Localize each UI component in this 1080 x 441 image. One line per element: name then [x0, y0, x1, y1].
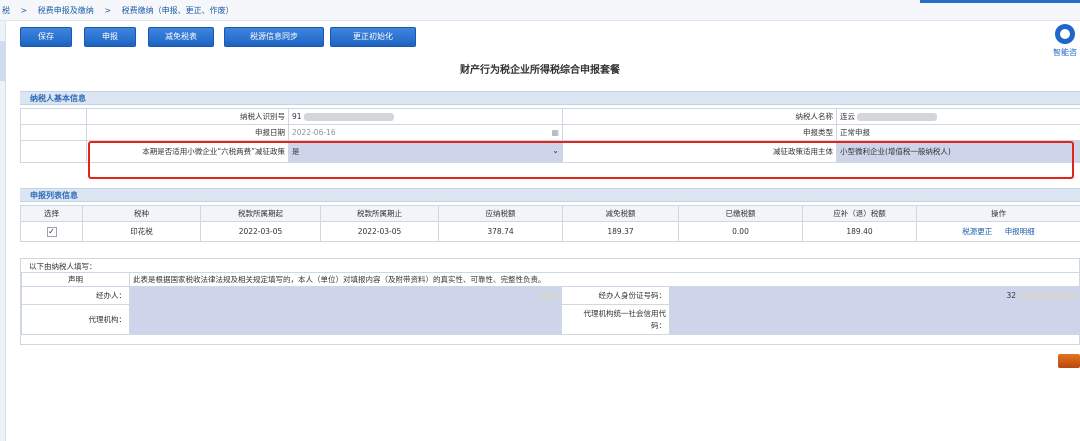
agency-code-label-line2: 码：	[651, 320, 666, 330]
headset-icon	[1055, 24, 1075, 44]
taxpayer-id-value: 91	[288, 108, 563, 125]
reduction-cell: 189.37	[562, 221, 679, 242]
taxpayer-id-text: 91	[292, 112, 302, 121]
agent-id-text: 32	[1006, 291, 1017, 300]
policy-select[interactable]: 是 ⌄	[288, 140, 563, 163]
breadcrumb-separator: >	[20, 6, 28, 15]
table-row: 纳税人识别号 91 纳税人名称 连云	[20, 108, 1080, 125]
col-header-action: 操作	[916, 205, 1080, 222]
table-row: ✓ 印花税 2022-03-05 2022-03-05 378.74 189.3…	[20, 221, 1080, 242]
redacted-block	[1018, 292, 1079, 300]
declaration-head: 以下由纳税人填写：	[29, 262, 97, 271]
row-checkbox[interactable]: ✓	[46, 226, 57, 237]
refund-cell: 189.40	[802, 221, 917, 242]
breadcrumb-item-current[interactable]: 税费缴纳（申报、更正、作废）	[122, 6, 234, 15]
col-header-select: 选择	[20, 205, 83, 222]
basic-info-table: 纳税人识别号 91 纳税人名称 连云 申报日期 2022-06-16 ▦ 申报类型…	[20, 108, 1080, 163]
basic-info-section-header: 纳税人基本信息	[20, 91, 1080, 105]
declare-list-section-header: 申报列表信息	[20, 188, 1080, 202]
agency-code-field[interactable]	[668, 304, 1080, 335]
declaration-table: 声明 此表是根据国家税收法律法规及相关规定填写的，本人（单位）对填报内容（及附带…	[21, 272, 1080, 335]
declare-date-value: 2022-06-16	[292, 128, 336, 137]
period-end-cell: 2022-03-05	[320, 221, 439, 242]
declare-detail-link[interactable]: 申报明细	[1005, 227, 1035, 236]
page-title: 财产行为税企业所得税综合申报套餐	[460, 65, 620, 76]
paid-cell: 0.00	[678, 221, 803, 242]
col-header-refund: 应补（退）税额	[802, 205, 917, 222]
table-row: 经办人： 经办人身份证号码： 32	[21, 286, 1080, 305]
float-action-button[interactable]	[1058, 354, 1080, 368]
empty-cell	[20, 140, 87, 163]
table-header-row: 选择 税种 税款所属期起 税款所属期止 应纳税额 减免税额 已缴税额 应补（退）…	[20, 205, 1080, 222]
subject-label: 减征政策适用主体	[562, 140, 837, 163]
taxpayer-name-value: 连云	[836, 108, 1080, 125]
agent-id-label: 经办人身份证号码：	[561, 286, 670, 305]
col-header-payable: 应纳税额	[438, 205, 563, 222]
period-start-cell: 2022-03-05	[200, 221, 321, 242]
declare-type-value: 正常申报	[836, 124, 1080, 141]
table-row: 声明 此表是根据国家税收法律法规及相关规定填写的，本人（单位）对填报内容（及附带…	[21, 272, 1080, 287]
save-button[interactable]: 保存	[20, 27, 72, 47]
taxpayer-name-text: 连云	[840, 112, 855, 121]
smart-consult-label: 智能咨	[1053, 48, 1077, 57]
breadcrumb-separator: >	[104, 6, 112, 15]
taxpayer-id-label: 纳税人识别号	[86, 108, 289, 125]
col-header-period-start: 税款所属期起	[200, 205, 321, 222]
redacted-block	[303, 113, 394, 121]
top-accent-line	[920, 0, 1080, 3]
table-row: 本期是否适用小微企业“六税两费”减征政策 是 ⌄ 减征政策适用主体 小型微利企业(…	[20, 140, 1080, 163]
declare-list-table: 选择 税种 税款所属期起 税款所属期止 应纳税额 减免税额 已缴税额 应补（退）…	[20, 205, 1080, 242]
table-row: 申报日期 2022-06-16 ▦ 申报类型 正常申报	[20, 124, 1080, 141]
policy-label: 本期是否适用小微企业“六税两费”减征政策	[86, 140, 289, 163]
agent-field[interactable]	[129, 286, 562, 305]
select-cell: ✓	[20, 221, 83, 242]
statement-text: 此表是根据国家税收法律法规及相关规定填写的，本人（单位）对填报内容（及附带资料）…	[128, 272, 1080, 287]
agent-id-field[interactable]: 32	[668, 286, 1080, 305]
redacted-block	[540, 292, 558, 300]
col-header-period-end: 税款所属期止	[320, 205, 439, 222]
col-header-paid: 已缴税额	[678, 205, 803, 222]
top-bar: 税 > 税费申报及缴纳 > 税费缴纳（申报、更正、作废）	[0, 0, 1080, 21]
agency-code-label: 代理机构统一社会信用代码：	[561, 304, 670, 335]
policy-select-value: 是	[292, 147, 300, 156]
table-row: 代理机构： 代理机构统一社会信用代码：	[21, 304, 1080, 335]
agent-label: 经办人：	[21, 286, 130, 305]
tax-type-cell: 印花税	[82, 221, 201, 242]
statement-label: 声明	[21, 272, 130, 287]
calendar-icon[interactable]: ▦	[551, 128, 559, 137]
redacted-block	[857, 113, 937, 121]
breadcrumb-item-declare-pay[interactable]: 税费申报及缴纳	[38, 6, 94, 15]
tax-source-sync-button[interactable]: 税源信息同步	[224, 27, 324, 47]
tax-source-correct-link[interactable]: 税源更正	[962, 227, 992, 236]
breadcrumb: 税 > 税费申报及缴纳 > 税费缴纳（申报、更正、作废）	[2, 5, 242, 16]
taxpayer-name-label: 纳税人名称	[562, 108, 837, 125]
declare-date-label: 申报日期	[86, 124, 289, 141]
tax-reduction-form-button[interactable]: 减免税表	[148, 27, 214, 47]
declare-list-section-title: 申报列表信息	[30, 191, 78, 200]
subject-field[interactable]: 小型微利企业(增值税一般纳税人)	[836, 140, 1080, 163]
action-cell: 税源更正 申报明细	[916, 221, 1080, 242]
empty-cell	[20, 108, 87, 125]
chevron-down-icon: ⌄	[552, 146, 559, 155]
breadcrumb-item-tax[interactable]: 税	[2, 6, 10, 15]
left-side-strip	[0, 21, 6, 441]
payable-cell: 378.74	[438, 221, 563, 242]
declare-date-field[interactable]: 2022-06-16 ▦	[288, 124, 563, 141]
col-header-tax-type: 税种	[82, 205, 201, 222]
declare-type-label: 申报类型	[562, 124, 837, 141]
declaration-panel: 以下由纳税人填写： 声明 此表是根据国家税收法律法规及相关规定填写的，本人（单位…	[20, 258, 1080, 345]
basic-info-section-title: 纳税人基本信息	[30, 94, 86, 103]
col-header-reduction: 减免税额	[562, 205, 679, 222]
agency-code-label-line1: 代理机构统一社会信用代	[583, 308, 667, 318]
declare-button[interactable]: 申报	[84, 27, 136, 47]
correction-init-button[interactable]: 更正初始化	[330, 27, 416, 47]
agency-label: 代理机构：	[21, 304, 130, 335]
agency-field[interactable]	[129, 304, 562, 335]
empty-cell	[20, 124, 87, 141]
